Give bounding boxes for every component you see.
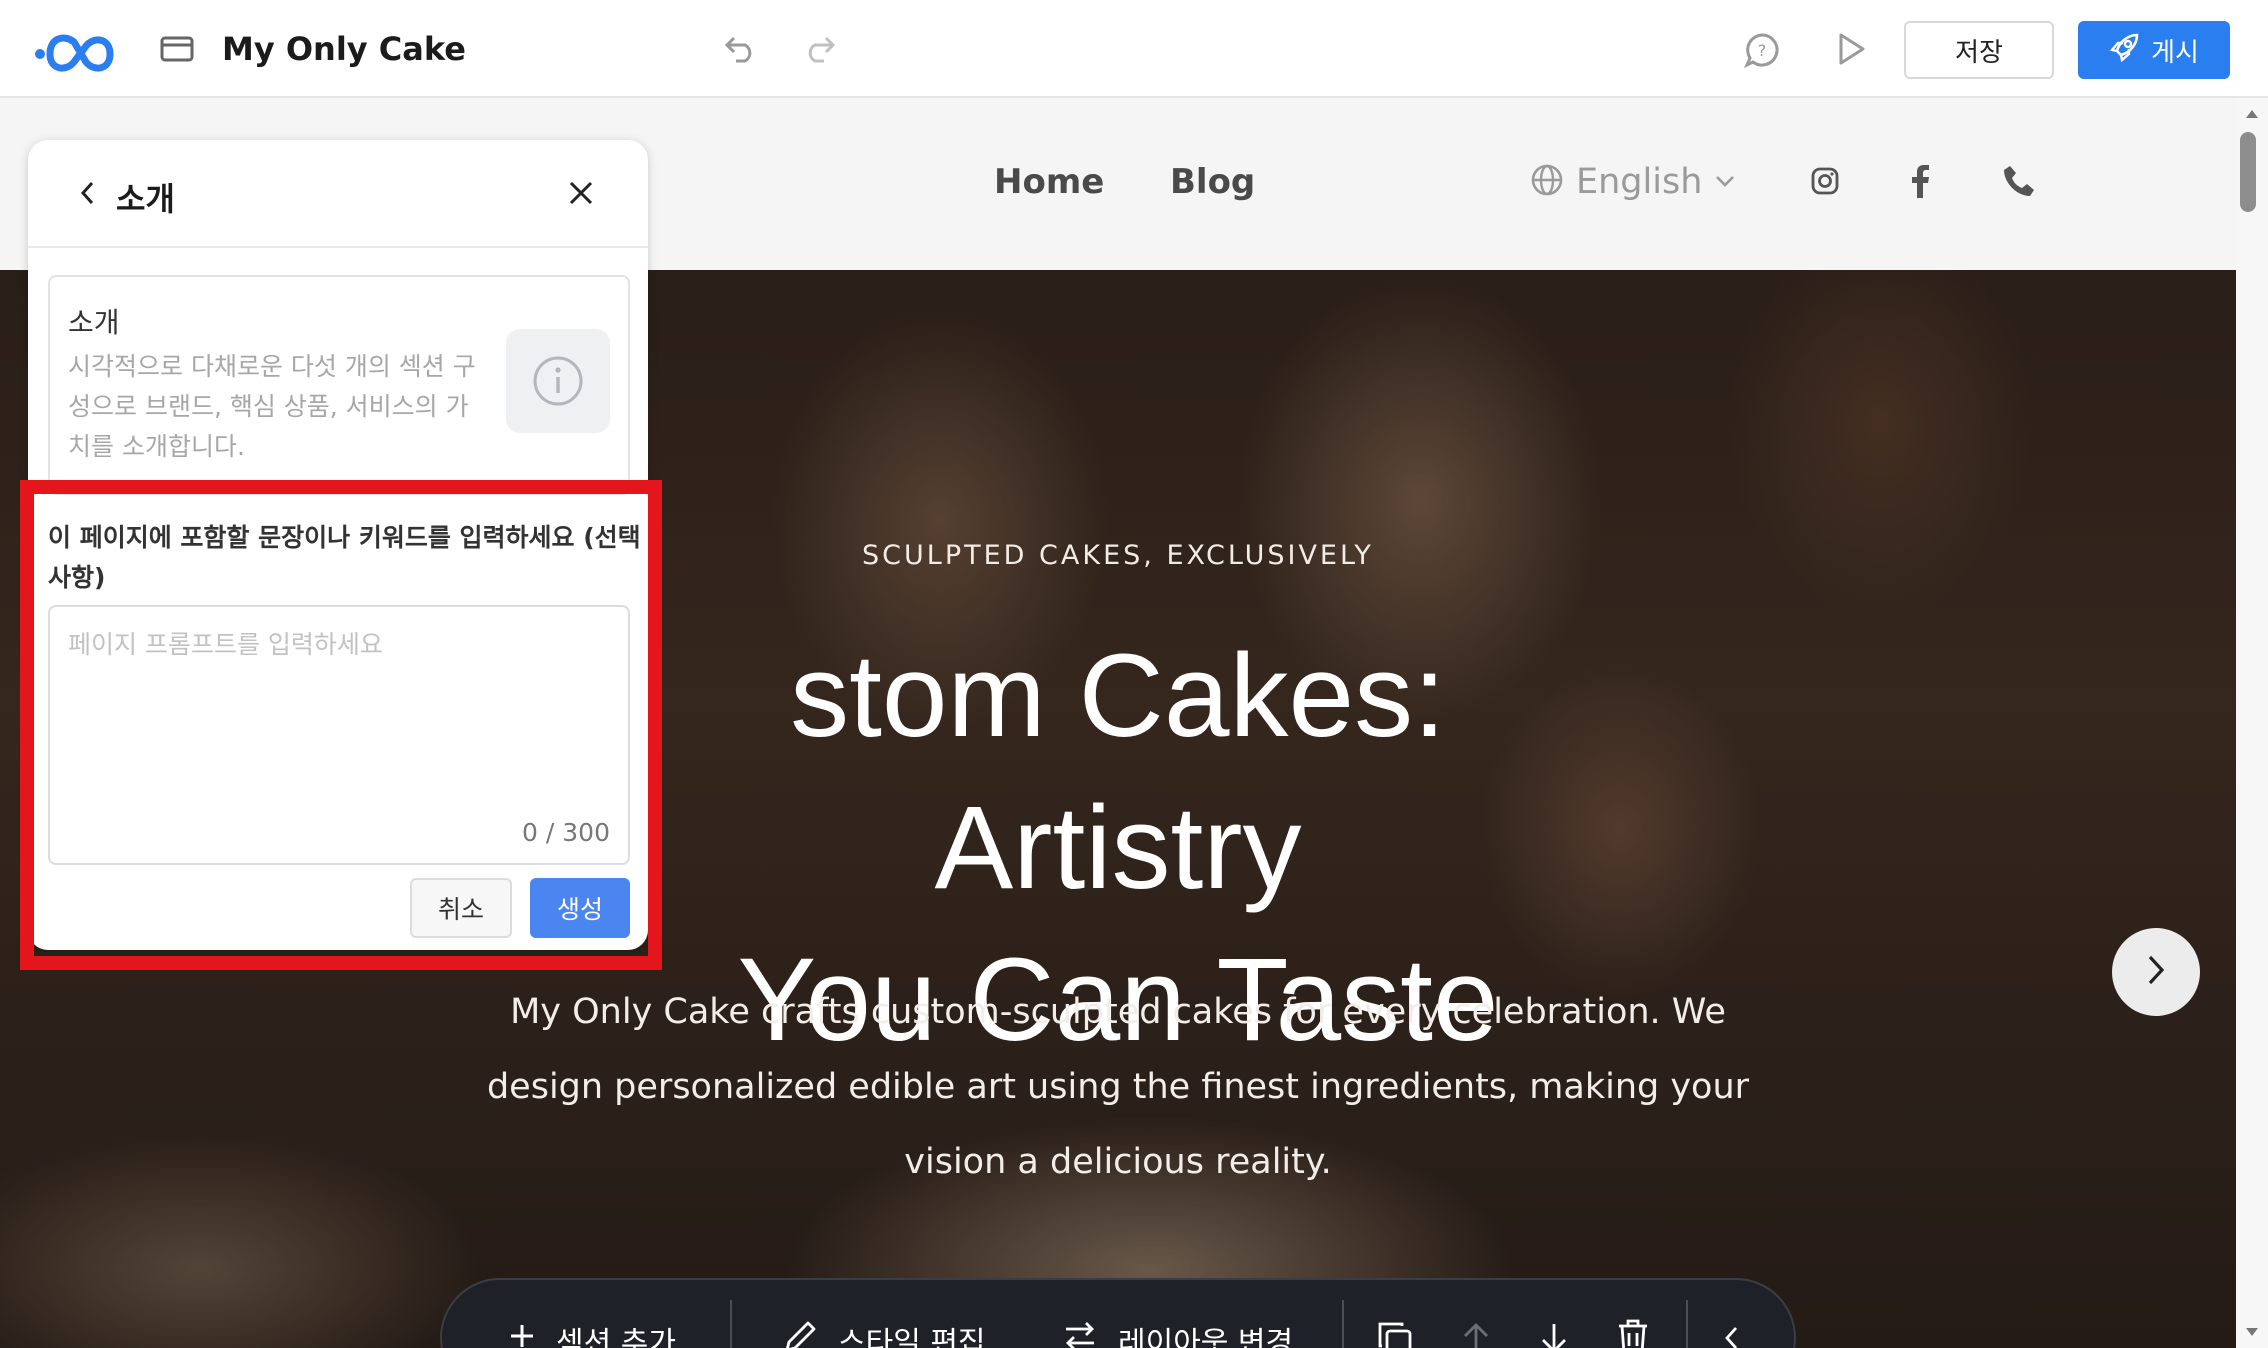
- language-label: English: [1576, 162, 1703, 202]
- delete-button[interactable]: [1616, 1318, 1650, 1348]
- carousel-next-button[interactable]: [2112, 928, 2200, 1016]
- svg-text:?: ?: [1758, 41, 1767, 60]
- arrow-up-icon: [1460, 1320, 1492, 1348]
- chevron-left-icon: [1722, 1322, 1742, 1348]
- section-panel: 소개 소개 시각적으로 다채로운 다섯 개의 섹션 구성으로 브랜드, 핵심 상…: [28, 140, 648, 950]
- prompt-placeholder: 페이지 프롬프트를 입력하세요: [68, 630, 383, 659]
- pencil-icon: [784, 1319, 818, 1348]
- nav-link-home[interactable]: Home: [994, 162, 1104, 202]
- chevron-down-icon: [1714, 173, 1736, 192]
- arrow-down-icon: [1538, 1320, 1570, 1348]
- redo-icon[interactable]: [802, 34, 836, 64]
- globe-icon: [1530, 163, 1564, 201]
- vertical-scrollbar[interactable]: [2236, 98, 2268, 1348]
- section-toolbar: 섹션 추가 스타일 편집 레이아웃 변경: [440, 1278, 1796, 1348]
- prompt-textarea[interactable]: 페이지 프롬프트를 입력하세요 0 / 300: [48, 605, 630, 865]
- change-layout-button[interactable]: 레이아웃 변경: [1062, 1318, 1293, 1348]
- editor-window: My Only Cake ? 저장 게시 Home Blog English S…: [0, 0, 2268, 1348]
- collapse-toolbar-button[interactable]: [1722, 1322, 1742, 1348]
- nav-link-blog[interactable]: Blog: [1170, 162, 1255, 202]
- chevron-right-icon: [2145, 953, 2167, 991]
- add-section-label: 섹션 추가: [556, 1326, 676, 1348]
- duplicate-button[interactable]: [1376, 1320, 1414, 1348]
- back-button[interactable]: [78, 178, 98, 208]
- character-counter: 0 / 300: [522, 818, 610, 847]
- play-icon[interactable]: [1836, 32, 1866, 66]
- move-down-button[interactable]: [1538, 1320, 1570, 1348]
- language-selector[interactable]: English: [1530, 162, 1736, 202]
- plus-icon: [508, 1322, 536, 1348]
- trash-icon: [1616, 1318, 1650, 1348]
- hero-description: My Only Cake crafts custom-sculpted cake…: [486, 992, 1750, 1182]
- publish-label: 게시: [2151, 37, 2199, 68]
- copy-icon: [1376, 1320, 1414, 1348]
- prompt-label: 이 페이지에 포함할 문장이나 키워드를 입력하세요 (선택 사항): [48, 523, 641, 592]
- edit-style-button[interactable]: 스타일 편집: [784, 1318, 986, 1348]
- rocket-icon: [2109, 31, 2141, 70]
- publish-button[interactable]: 게시: [2078, 21, 2230, 79]
- comment-icon[interactable]: ?: [1744, 32, 1780, 68]
- cancel-button[interactable]: 취소: [410, 878, 512, 938]
- template-card-description: 시각적으로 다채로운 다섯 개의 섹션 구성으로 브랜드, 핵심 상품, 서비스…: [68, 352, 476, 461]
- facebook-icon[interactable]: [1910, 164, 1930, 198]
- instagram-icon[interactable]: [1810, 166, 1840, 196]
- generate-button[interactable]: 생성: [530, 878, 630, 938]
- hero-title-line-1: stom Cakes: Artistry: [790, 630, 1446, 914]
- change-layout-label: 레이아웃 변경: [1118, 1326, 1294, 1348]
- close-icon[interactable]: [566, 178, 596, 208]
- panel-title: 소개: [116, 180, 175, 218]
- phone-icon[interactable]: [2002, 164, 2036, 198]
- edit-style-label: 스타일 편집: [838, 1326, 986, 1348]
- toolbar-divider: [730, 1300, 732, 1348]
- info-icon[interactable]: [506, 329, 610, 433]
- toolbar-divider: [1342, 1300, 1344, 1348]
- save-button[interactable]: 저장: [1904, 21, 2054, 79]
- toolbar-divider: [1686, 1300, 1688, 1348]
- scrollbar-thumb[interactable]: [2240, 132, 2256, 212]
- template-card[interactable]: 소개 시각적으로 다채로운 다섯 개의 섹션 구성으로 브랜드, 핵심 상품, …: [48, 275, 630, 495]
- page-icon[interactable]: [160, 36, 194, 62]
- panel-header: 소개: [28, 140, 648, 248]
- undo-icon[interactable]: [724, 34, 758, 64]
- app-title: My Only Cake: [222, 30, 466, 68]
- logo-icon[interactable]: [34, 30, 120, 78]
- swap-icon: [1062, 1319, 1098, 1348]
- editor-topbar: My Only Cake ? 저장 게시: [0, 0, 2268, 98]
- template-card-title: 소개: [68, 306, 120, 339]
- move-up-button[interactable]: [1460, 1320, 1492, 1348]
- add-section-button[interactable]: 섹션 추가: [508, 1318, 676, 1348]
